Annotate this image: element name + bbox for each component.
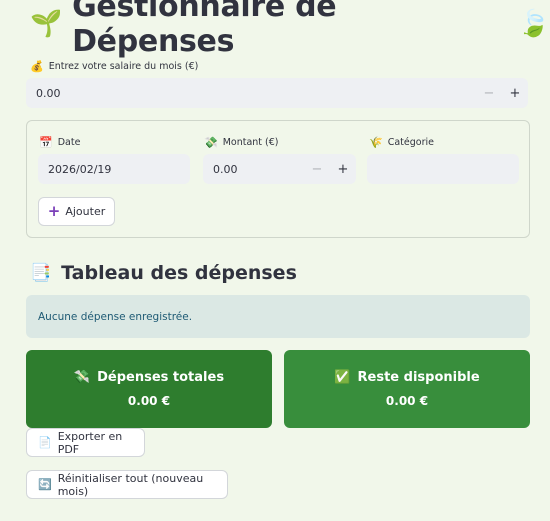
total-expenses-value: 0.00 €: [127, 394, 171, 408]
total-expenses-card: 💸 Dépenses totales 0.00 €: [26, 350, 272, 428]
money-with-wings-icon: 💸: [73, 370, 91, 385]
category-label-text: Catégorie: [387, 137, 434, 148]
total-expenses-title: 💸 Dépenses totales: [74, 370, 224, 385]
salary-decrement-button[interactable]: −: [476, 78, 502, 108]
date-label-text: Date: [57, 137, 81, 148]
app-title: 🌱 Gestionnaire de Dépenses 🍃: [30, 0, 550, 59]
remaining-title-text: Reste disponible: [357, 370, 480, 385]
document-icon: 📄: [38, 436, 52, 449]
page-title: Gestionnaire de Dépenses: [72, 0, 337, 59]
bookmark-tabs-icon: 📑: [30, 263, 52, 283]
category-input[interactable]: [367, 154, 519, 184]
check-mark-icon: ✅: [334, 370, 351, 385]
expense-form: 📅 Date 2026/02/19 💸 Montant (€) 0.00 − +…: [26, 120, 530, 238]
salary-input[interactable]: 0.00 − +: [26, 78, 528, 108]
amount-value[interactable]: 0.00: [203, 163, 304, 176]
salary-label-text: Entrez votre salaire du mois (€): [48, 61, 199, 72]
reset-all-label: Réinitialiser tout (nouveau mois): [57, 471, 204, 498]
reset-all-button[interactable]: 🔄 Réinitialiser tout (nouveau mois): [26, 470, 228, 499]
refresh-icon: 🔄: [38, 478, 52, 491]
remaining-title: ✅ Reste disponible: [334, 370, 479, 385]
salary-value[interactable]: 0.00: [26, 87, 476, 100]
salary-increment-button[interactable]: +: [502, 78, 528, 108]
amount-label: 💸 Montant (€): [204, 136, 279, 149]
plus-icon: +: [47, 202, 61, 220]
leaf-icon: 🍃: [517, 9, 550, 39]
empty-expenses-text: Aucune dépense enregistrée.: [38, 310, 193, 323]
empty-expenses-info: Aucune dépense enregistrée.: [26, 295, 530, 338]
date-input[interactable]: 2026/02/19: [38, 154, 190, 184]
remaining-card: ✅ Reste disponible 0.00 €: [284, 350, 530, 428]
date-value[interactable]: 2026/02/19: [38, 163, 190, 176]
add-button-label: Ajouter: [65, 205, 106, 218]
remaining-value: 0.00 €: [385, 394, 429, 408]
expenses-heading-text: Tableau des dépenses: [61, 262, 297, 284]
amount-label-text: Montant (€): [222, 137, 279, 148]
money-with-wings-icon: 💸: [204, 136, 218, 149]
calendar-icon: 📅: [39, 136, 53, 149]
amount-decrement-button[interactable]: −: [304, 154, 330, 184]
salary-label: 💰 Entrez votre salaire du mois (€): [30, 60, 198, 73]
amount-increment-button[interactable]: +: [330, 154, 356, 184]
category-label: 🌾 Catégorie: [369, 136, 434, 149]
export-pdf-label: Exporter en PDF: [57, 429, 123, 456]
money-bag-icon: 💰: [30, 60, 44, 73]
total-expenses-title-text: Dépenses totales: [97, 370, 225, 385]
expenses-heading: 📑 Tableau des dépenses: [30, 259, 297, 287]
add-button[interactable]: + Ajouter: [38, 197, 115, 226]
date-label: 📅 Date: [39, 136, 80, 149]
sheaf-icon: 🌾: [369, 136, 383, 149]
seedling-icon: 🌱: [30, 9, 63, 39]
export-pdf-button[interactable]: 📄 Exporter en PDF: [26, 428, 145, 457]
amount-input[interactable]: 0.00 − +: [203, 154, 356, 184]
